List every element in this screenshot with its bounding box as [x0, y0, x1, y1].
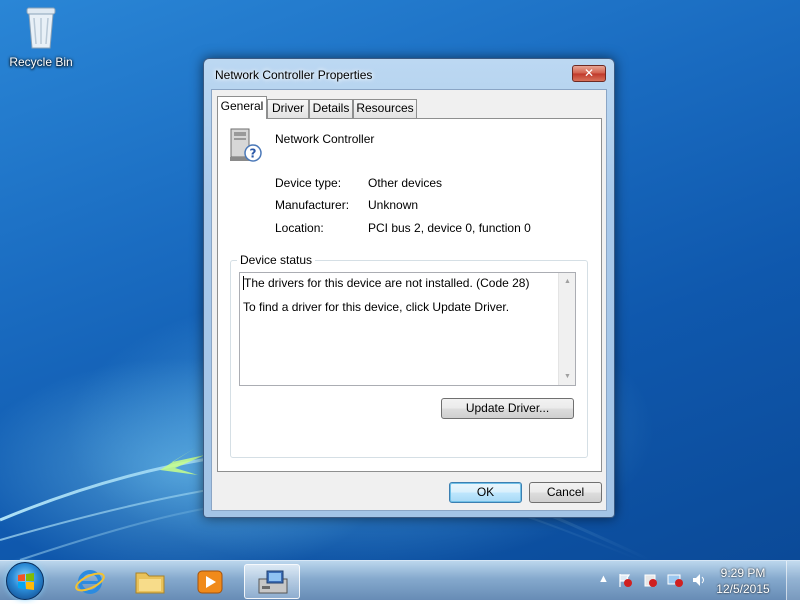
manufacturer-value: Unknown [368, 198, 419, 212]
properties-dialog: Network Controller Properties ✕ General … [203, 58, 615, 518]
device-type-value: Other devices [368, 176, 443, 190]
tab-general[interactable]: General [217, 96, 267, 119]
status-line-1: The drivers for this device are not inst… [244, 276, 530, 290]
taskbar-internet-explorer[interactable] [62, 564, 118, 599]
windows-logo-icon [18, 573, 34, 590]
clock-date: 12/5/2015 [716, 582, 770, 596]
taskbar-file-explorer[interactable] [122, 564, 178, 599]
ok-button[interactable]: OK [449, 482, 522, 503]
device-type-label: Device type: [275, 176, 342, 190]
recycle-bin-label: Recycle Bin [9, 55, 73, 69]
cancel-button[interactable]: Cancel [529, 482, 602, 503]
status-text: The drivers for this device are not inst… [243, 275, 553, 315]
location-value: PCI bus 2, device 0, function 0 [368, 221, 531, 235]
show-hidden-icons-chevron-icon[interactable]: ▲ [598, 573, 609, 585]
status-scrollbar[interactable]: ▲ ▼ [558, 273, 575, 385]
safely-remove-hardware-icon[interactable] [642, 572, 658, 588]
close-button[interactable]: ✕ [572, 65, 606, 82]
unknown-device-icon: ? [230, 128, 262, 162]
file-explorer-icon [135, 572, 165, 594]
svg-text:?: ? [250, 147, 257, 161]
location-label: Location: [275, 221, 324, 235]
dialog-title: Network Controller Properties [215, 68, 373, 82]
device-manager-icon [258, 570, 288, 594]
desktop-icon-recycle-bin[interactable]: Recycle Bin [6, 6, 76, 69]
manufacturer-label: Manufacturer: [275, 198, 350, 212]
recycle-bin-icon [26, 7, 56, 49]
tab-resources[interactable]: Resources [353, 99, 417, 118]
general-tab-page: ? Network Controller Device type: Other … [217, 118, 602, 472]
show-desktop-button[interactable] [786, 561, 800, 601]
tab-driver[interactable]: Driver [267, 99, 309, 118]
action-center-flag-icon[interactable] [617, 572, 633, 588]
internet-explorer-icon [75, 570, 105, 594]
dialog-client-area: General Driver Details Resources ? Netwo… [211, 89, 607, 511]
tab-details[interactable]: Details [309, 99, 353, 118]
device-status-group: Device status The drivers for this devic… [230, 253, 588, 458]
update-driver-button[interactable]: Update Driver... [441, 398, 574, 419]
volume-speaker-icon[interactable] [691, 572, 707, 588]
scroll-down-arrow-icon[interactable]: ▼ [559, 368, 576, 385]
media-player-icon [197, 570, 223, 594]
device-status-textbox[interactable]: The drivers for this device are not inst… [239, 272, 576, 386]
network-status-icon[interactable] [666, 572, 684, 588]
taskbar: ▲ 9:29 PM 12/5/2015 [0, 560, 800, 601]
scroll-up-arrow-icon[interactable]: ▲ [559, 273, 576, 290]
clock-time: 9:29 PM [720, 566, 766, 580]
start-button[interactable] [6, 562, 44, 600]
system-clock[interactable]: 9:29 PM 12/5/2015 [708, 565, 778, 597]
device-name: Network Controller [275, 132, 375, 146]
taskbar-device-manager[interactable] [244, 564, 300, 599]
status-line-2: To find a driver for this device, click … [243, 300, 510, 314]
taskbar-media-player[interactable] [182, 564, 238, 599]
device-status-label: Device status [237, 253, 316, 267]
